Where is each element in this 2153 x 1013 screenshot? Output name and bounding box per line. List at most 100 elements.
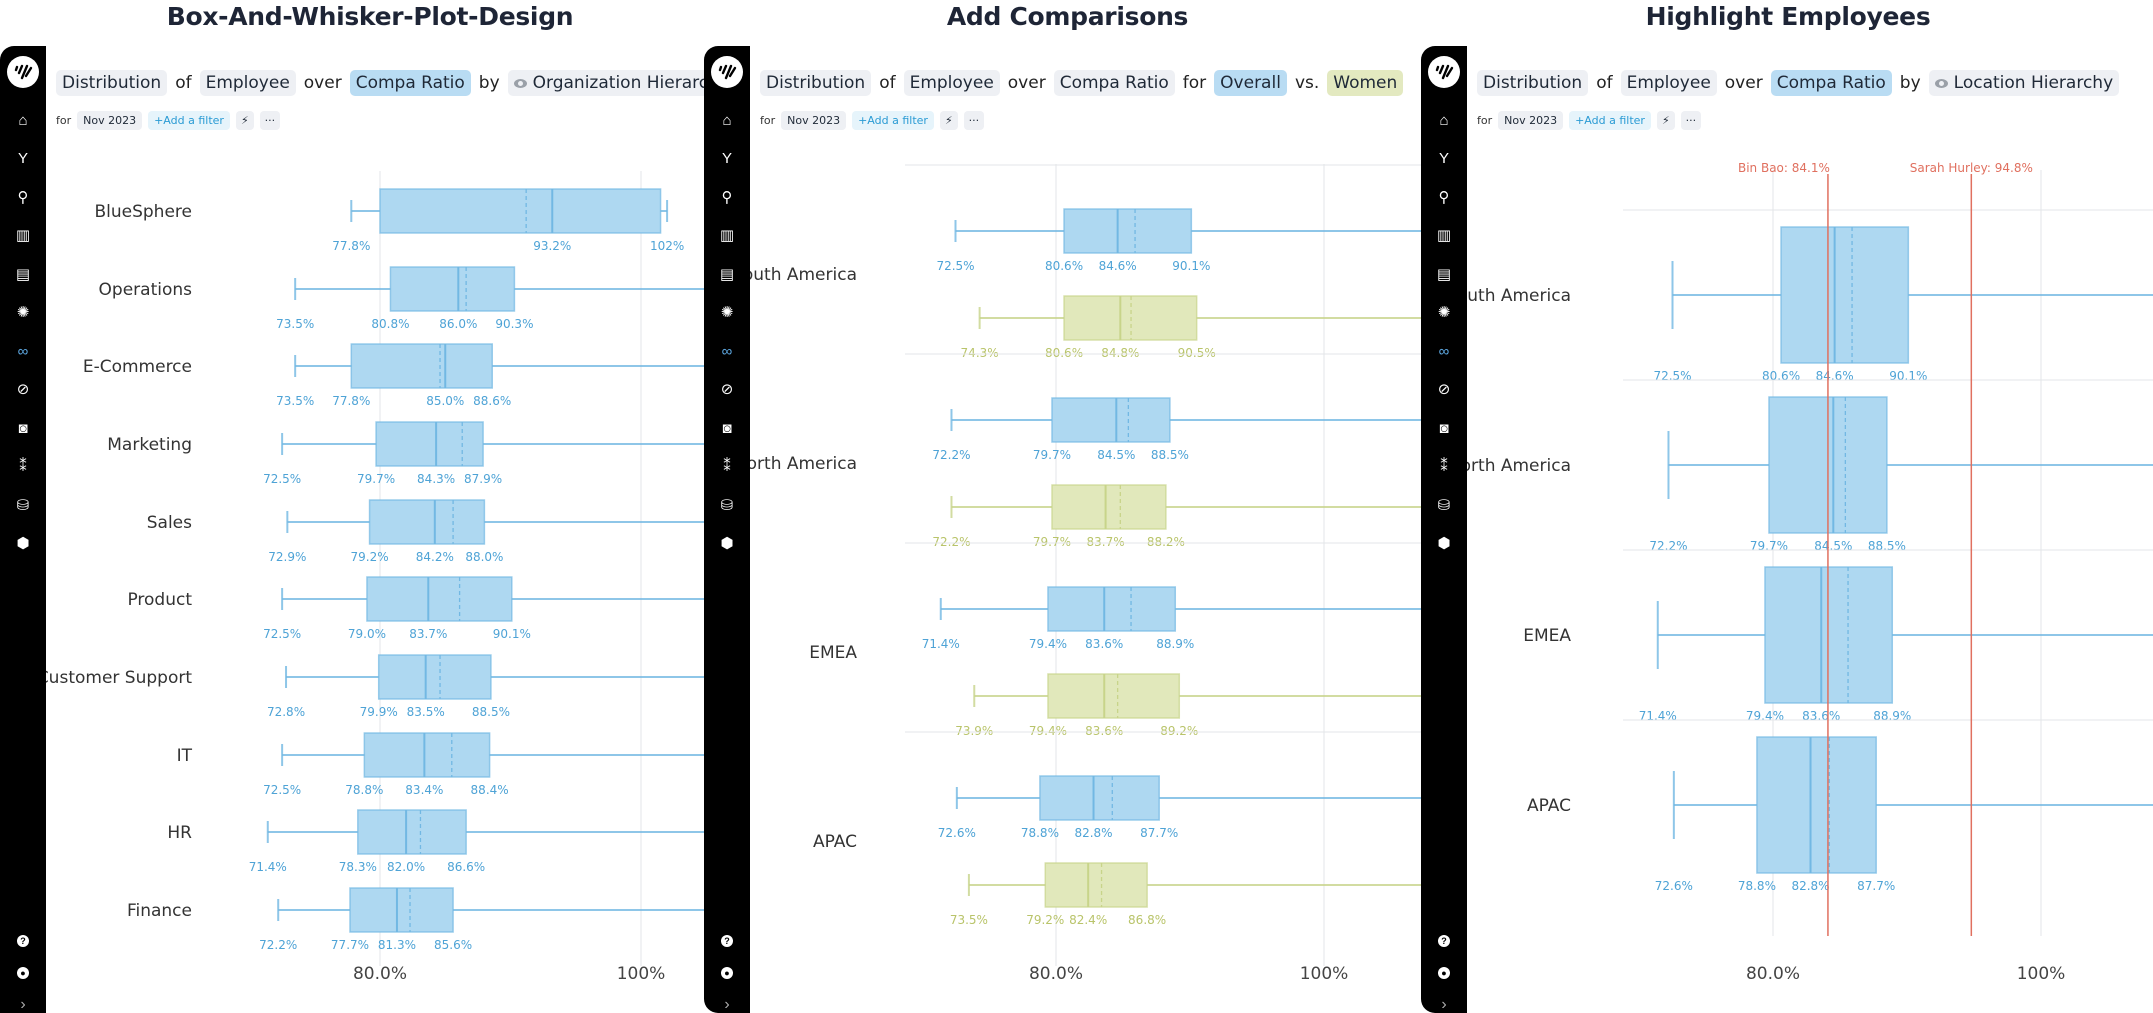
- add-filter-button[interactable]: +Add a filter: [852, 111, 934, 130]
- expand-icon[interactable]: ›: [0, 993, 46, 1013]
- date-filter-chip[interactable]: Nov 2023: [781, 111, 847, 130]
- value-label: 78.8%: [1738, 879, 1776, 893]
- binoculars-icon[interactable]: ∞: [704, 339, 750, 363]
- date-filter-chip[interactable]: Nov 2023: [77, 111, 143, 130]
- filter-bar: for Nov 2023 +Add a filter ⚡ ···: [1477, 111, 1702, 130]
- query-chip-distribution[interactable]: Distribution: [56, 70, 168, 96]
- report-icon[interactable]: ▤: [1421, 262, 1467, 286]
- strategy-icon[interactable]: ⁑: [0, 455, 46, 479]
- search-icon[interactable]: ⚲: [1421, 185, 1467, 209]
- help-icon[interactable]: ?: [0, 929, 46, 953]
- iqr-box: [350, 343, 493, 389]
- lightbulb-icon[interactable]: ✺: [1421, 301, 1467, 325]
- value-label: 72.5%: [263, 783, 301, 797]
- logo-icon[interactable]: [7, 56, 39, 88]
- add-filter-button[interactable]: +Add a filter: [148, 111, 230, 130]
- more-options-button[interactable]: ···: [1680, 111, 1702, 130]
- binoculars-icon[interactable]: ∞: [0, 339, 46, 363]
- user-icon[interactable]: ●: [0, 961, 46, 985]
- user-icon[interactable]: ●: [1421, 961, 1467, 985]
- iqr-box: [363, 732, 491, 778]
- more-options-button[interactable]: ···: [259, 111, 281, 130]
- search-icon[interactable]: ⚲: [704, 185, 750, 209]
- strategy-icon[interactable]: ⁑: [704, 455, 750, 479]
- category-label: HR: [167, 823, 192, 843]
- box-plot: 72.2% 79.7% 84.5% 88.5%: [1649, 396, 2153, 553]
- filter-bar: for Nov 2023 +Add a filter ⚡ ···: [760, 111, 985, 130]
- date-filter-chip[interactable]: Nov 2023: [1498, 111, 1564, 130]
- fork-icon[interactable]: Y: [0, 147, 46, 171]
- query-token-text: by: [478, 73, 500, 93]
- camera-icon[interactable]: ◙: [1421, 416, 1467, 440]
- logo-icon[interactable]: [1428, 56, 1460, 88]
- home-icon[interactable]: ⌂: [704, 108, 750, 132]
- value-label: 79.9%: [360, 705, 398, 719]
- report-icon[interactable]: ▤: [0, 262, 46, 286]
- database-icon[interactable]: ⛁: [1421, 493, 1467, 517]
- query-chip-distribution[interactable]: Distribution: [1477, 70, 1589, 96]
- query-word-for: for: [1183, 73, 1206, 93]
- category-label: South America: [1467, 286, 1571, 306]
- box-plot: 77.8% 93.2% 102%: [332, 188, 684, 253]
- query-chip-organization-hierarchy[interactable]: Organization Hierarchy: [507, 70, 704, 96]
- value-label: 90.1%: [1172, 259, 1210, 273]
- report-icon[interactable]: ▤: [704, 262, 750, 286]
- search-icon[interactable]: ⚲: [0, 185, 46, 209]
- book-icon[interactable]: ▥: [1421, 224, 1467, 248]
- query-chip-women[interactable]: Women: [1327, 70, 1404, 96]
- camera-icon[interactable]: ◙: [0, 416, 46, 440]
- expand-icon[interactable]: ›: [704, 993, 750, 1013]
- help-icon[interactable]: ?: [704, 929, 750, 953]
- cube-icon[interactable]: ⬢: [0, 532, 46, 556]
- cube-icon[interactable]: ⬢: [1421, 532, 1467, 556]
- query-token-text: Distribution: [1483, 73, 1583, 93]
- book-icon[interactable]: ▥: [704, 224, 750, 248]
- query-word-by: by: [1900, 73, 1921, 93]
- value-label: 88.4%: [471, 783, 509, 797]
- lightning-icon[interactable]: ⚡: [235, 111, 254, 130]
- query-chip-compa-ratio[interactable]: Compa Ratio: [1053, 70, 1175, 96]
- lightbulb-icon[interactable]: ✺: [704, 301, 750, 325]
- help-icon[interactable]: ?: [1421, 929, 1467, 953]
- lightbulb-icon[interactable]: ✺: [0, 301, 46, 325]
- overlap-icon[interactable]: ⊘: [704, 378, 750, 402]
- database-icon[interactable]: ⛁: [704, 493, 750, 517]
- value-label: 84.8%: [1101, 346, 1139, 360]
- overlap-icon[interactable]: ⊘: [0, 378, 46, 402]
- home-icon[interactable]: ⌂: [1421, 108, 1467, 132]
- query-chip-distribution[interactable]: Distribution: [760, 70, 872, 96]
- cube-icon[interactable]: ⬢: [704, 532, 750, 556]
- x-tick-label: 100%: [617, 964, 666, 984]
- query-chip-compa-ratio[interactable]: Compa Ratio: [1770, 70, 1892, 96]
- database-icon[interactable]: ⛁: [0, 493, 46, 517]
- user-icon[interactable]: ●: [704, 961, 750, 985]
- iqr-box: [1756, 736, 1877, 874]
- query-chip-overall[interactable]: Overall: [1214, 70, 1287, 96]
- value-label: 86.8%: [1128, 913, 1166, 927]
- overlap-icon[interactable]: ⊘: [1421, 378, 1467, 402]
- x-tick-label: 80.0%: [1746, 964, 1800, 984]
- expand-icon[interactable]: ›: [1421, 993, 1467, 1013]
- query-chip-employee[interactable]: Employee: [199, 70, 296, 96]
- add-filter-button[interactable]: +Add a filter: [1569, 111, 1651, 130]
- lightning-icon[interactable]: ⚡: [1656, 111, 1675, 130]
- value-label: 72.2%: [1649, 539, 1687, 553]
- binoculars-icon[interactable]: ∞: [1421, 339, 1467, 363]
- box-plot: 72.5% 80.6% 84.6% 90.1%: [1653, 226, 2153, 383]
- value-label: 82.0%: [387, 860, 425, 874]
- lightning-icon[interactable]: ⚡: [939, 111, 958, 130]
- logo-icon[interactable]: [711, 56, 743, 88]
- fork-icon[interactable]: Y: [1421, 147, 1467, 171]
- book-icon[interactable]: ▥: [0, 224, 46, 248]
- camera-icon[interactable]: ◙: [704, 416, 750, 440]
- eye-icon: [513, 78, 527, 88]
- home-icon[interactable]: ⌂: [0, 108, 46, 132]
- query-chip-compa-ratio[interactable]: Compa Ratio: [349, 70, 471, 96]
- query-chip-employee[interactable]: Employee: [1620, 70, 1717, 96]
- more-options-button[interactable]: ···: [963, 111, 985, 130]
- strategy-icon[interactable]: ⁑: [1421, 455, 1467, 479]
- query-chip-employee[interactable]: Employee: [903, 70, 1000, 96]
- fork-icon[interactable]: Y: [704, 147, 750, 171]
- query-chip-location-hierarchy[interactable]: Location Hierarchy: [1928, 70, 2120, 96]
- value-label: 78.8%: [1021, 826, 1059, 840]
